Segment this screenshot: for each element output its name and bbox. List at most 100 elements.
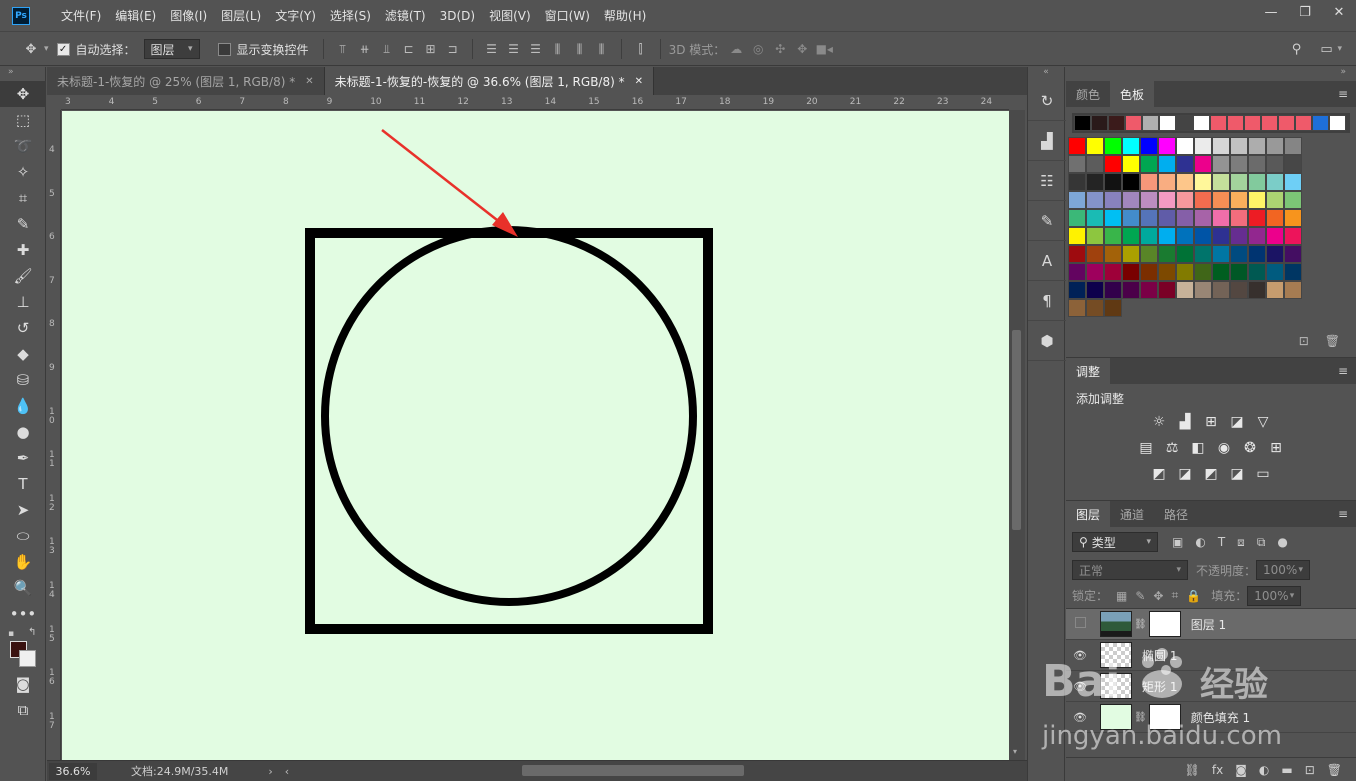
color-lookup-icon[interactable]: ⊞ [1267, 440, 1285, 456]
scroll-down-icon[interactable]: ▾ [1013, 747, 1017, 756]
color-swatch[interactable] [1140, 263, 1158, 281]
color-swatch[interactable] [1068, 281, 1086, 299]
color-swatch[interactable] [1158, 137, 1176, 155]
color-swatch[interactable] [1068, 137, 1086, 155]
curves-icon[interactable]: ⊞ [1202, 414, 1220, 430]
color-swatch[interactable] [1104, 245, 1122, 263]
color-swatch[interactable] [1086, 281, 1104, 299]
color-swatch[interactable] [1086, 263, 1104, 281]
lock-artboard-icon[interactable]: ⌗ [1171, 588, 1178, 603]
type-tool-icon[interactable]: T [0, 471, 46, 497]
horizontal-scroll-thumb[interactable] [522, 765, 744, 776]
blur-tool-icon[interactable]: 💧 [0, 393, 46, 419]
orbit-3d-icon[interactable]: ☁ [725, 39, 747, 59]
color-swatch[interactable] [1248, 281, 1266, 299]
color-swatch[interactable] [1194, 137, 1212, 155]
color-swatch[interactable] [1194, 281, 1212, 299]
color-swatch[interactable] [1068, 263, 1086, 281]
color-swatch[interactable] [1212, 245, 1230, 263]
align-bottom-icon[interactable]: ⫫ [376, 39, 398, 59]
brightness-icon[interactable]: ☼ [1150, 414, 1168, 430]
filter-toggle-icon[interactable]: ● [1277, 535, 1287, 549]
color-swatch[interactable] [1122, 227, 1140, 245]
new-group-icon[interactable]: ▬ [1281, 763, 1292, 777]
layer-row[interactable]: 👁 矩形 1 [1066, 671, 1356, 702]
color-swatch[interactable] [1212, 227, 1230, 245]
tab-paths[interactable]: 路径 [1154, 501, 1198, 527]
color-swatch[interactable] [1194, 245, 1212, 263]
color-swatch[interactable] [1284, 173, 1302, 191]
magic-wand-tool-icon[interactable]: ✧ [0, 159, 46, 185]
color-swatch[interactable] [1140, 155, 1158, 173]
color-swatch[interactable] [1068, 299, 1086, 317]
histogram-panel-icon[interactable]: ▟ [1028, 121, 1066, 161]
color-swatch[interactable] [1230, 155, 1248, 173]
color-swatch[interactable] [1266, 155, 1284, 173]
move-tool-icon[interactable]: ✥ [0, 81, 46, 107]
minimize-button[interactable]: — [1254, 0, 1288, 24]
hand-tool-icon[interactable]: ✋ [0, 549, 46, 575]
history-brush-tool-icon[interactable]: ↺ [0, 315, 46, 341]
color-swatch[interactable] [1248, 173, 1266, 191]
show-transform-checkbox[interactable] [217, 42, 231, 56]
color-swatch[interactable] [1068, 155, 1086, 173]
align-hcenter-icon[interactable]: ⊞ [420, 39, 442, 59]
color-swatch[interactable] [1176, 155, 1194, 173]
pen-tool-icon[interactable]: ✒ [0, 445, 46, 471]
tab-document-1[interactable]: 未标题-1-恢复的 @ 25% (图层 1, RGB/8) * ✕ [47, 67, 325, 95]
color-swatch[interactable] [1158, 191, 1176, 209]
photo-filter-icon[interactable]: ◉ [1215, 440, 1233, 456]
layer-mask-thumbnail[interactable] [1148, 611, 1181, 637]
color-swatch[interactable] [1104, 173, 1122, 191]
color-swatch[interactable] [1104, 209, 1122, 227]
layer-kind-filter-dropdown[interactable]: ⚲ 类型 ▾ [1072, 532, 1158, 552]
color-swatch[interactable] [1068, 245, 1086, 263]
color-swatch[interactable] [1176, 263, 1194, 281]
color-swatch[interactable] [1266, 137, 1284, 155]
color-swatch[interactable] [1266, 173, 1284, 191]
color-swatch[interactable] [1212, 173, 1230, 191]
screen-mode-icon[interactable]: ⧉ [0, 697, 46, 723]
clone-stamp-tool-icon[interactable]: ⊥ [0, 289, 46, 315]
color-swatch[interactable] [1104, 137, 1122, 155]
horizontal-ruler[interactable]: 3 4 5 6 7 8 9 10 11 12 13 14 15 16 17 18 19 20 21 22 23 24 [61, 96, 1009, 110]
tab-channels[interactable]: 通道 [1110, 501, 1154, 527]
recent-swatch[interactable] [1278, 115, 1295, 131]
eyedropper-tool-icon[interactable]: ✎ [0, 211, 46, 237]
color-swatch[interactable] [1158, 263, 1176, 281]
vertical-scrollbar[interactable]: ▾ [1009, 110, 1025, 760]
lock-transparent-icon[interactable]: ▦ [1116, 589, 1127, 603]
filter-smart-object-icon[interactable]: ⧉ [1257, 535, 1266, 550]
color-swatch[interactable] [1140, 173, 1158, 191]
new-layer-icon[interactable]: ⊡ [1305, 763, 1315, 777]
ellipse-shape[interactable] [321, 226, 697, 606]
menu-layer[interactable]: 图层(L) [214, 0, 268, 32]
color-swatch[interactable] [1122, 155, 1140, 173]
color-swatch[interactable] [1284, 155, 1302, 173]
slide-3d-icon[interactable]: ✥ [791, 39, 813, 59]
link-layers-icon[interactable]: ⛓ [1185, 763, 1200, 777]
color-swatch[interactable] [1158, 281, 1176, 299]
color-swatch[interactable] [1230, 137, 1248, 155]
color-swatch[interactable] [1140, 137, 1158, 155]
color-swatch[interactable] [1086, 191, 1104, 209]
delete-swatch-icon[interactable]: 🗑 [1325, 334, 1340, 348]
menu-window[interactable]: 窗口(W) [538, 0, 597, 32]
brush-settings-panel-icon[interactable]: ✎ [1028, 201, 1066, 241]
lasso-tool-icon[interactable]: ➰ [0, 133, 46, 159]
tab-swatches[interactable]: 色板 [1110, 81, 1155, 107]
zoom-tool-icon[interactable]: 🔍 [0, 575, 46, 601]
history-panel-icon[interactable]: ↻ [1028, 81, 1066, 121]
distribute-right-icon[interactable]: ⫼ [591, 39, 613, 59]
recent-swatch[interactable] [1142, 115, 1159, 131]
menu-3d[interactable]: 3D(D) [433, 0, 482, 32]
color-swatch[interactable] [1248, 137, 1266, 155]
marquee-tool-icon[interactable]: ⬚ [0, 107, 46, 133]
tab-layers[interactable]: 图层 [1066, 501, 1111, 527]
recent-swatch[interactable] [1244, 115, 1261, 131]
ruler-corner[interactable] [47, 96, 61, 110]
color-swatch[interactable] [1284, 245, 1302, 263]
color-swatch[interactable] [1176, 173, 1194, 191]
color-swatch[interactable] [1068, 227, 1086, 245]
filter-adjustment-icon[interactable]: ◐ [1195, 535, 1205, 549]
